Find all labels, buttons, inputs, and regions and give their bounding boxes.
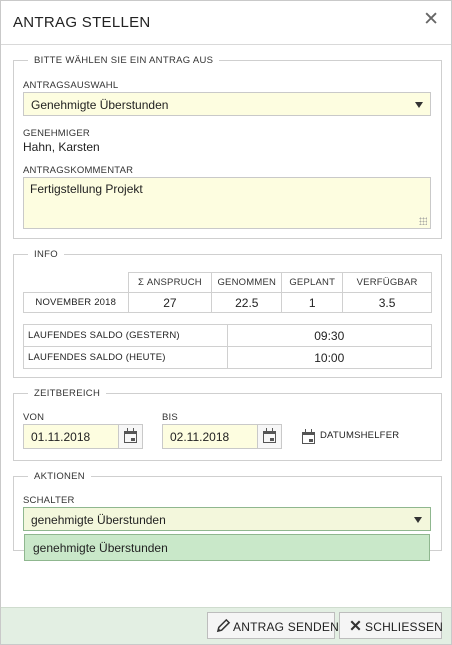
saldo-label-today: LAUFENDES SALDO (HEUTE) bbox=[23, 346, 228, 369]
to-date-calendar-button[interactable] bbox=[257, 425, 281, 448]
to-label: BIS bbox=[162, 412, 178, 423]
send-request-button[interactable]: ANTRAG SENDEN bbox=[207, 612, 339, 639]
balance-col-header: GEPLANT bbox=[281, 272, 344, 293]
section-request-select-legend: BITTE WÄHLEN SIE EIN ANTRAG AUS bbox=[34, 55, 214, 66]
saldo-value-today: 10:00 bbox=[226, 346, 433, 369]
section-actions-legend: AKTIONEN bbox=[34, 471, 85, 482]
table-row: LAUFENDES SALDO (HEUTE) 10:00 bbox=[23, 346, 433, 369]
date-helper-label: DATUMSHELFER bbox=[320, 430, 400, 441]
balance-col-header: Σ ANSPRUCH bbox=[127, 272, 213, 293]
resize-grip-icon[interactable] bbox=[419, 217, 427, 225]
switch-label: SCHALTER bbox=[23, 495, 75, 506]
dialog-titlebar: ANTRAG STELLEN ✕ bbox=[1, 1, 451, 45]
dialog-footer: ANTRAG SENDEN SCHLIESSEN bbox=[1, 607, 451, 644]
comment-label: ANTRAGSKOMMENTAR bbox=[23, 165, 134, 176]
saldo-label-yesterday: LAUFENDES SALDO (GESTERN) bbox=[23, 324, 228, 347]
request-select-label: ANTRAGSAUSWAHL bbox=[23, 80, 119, 91]
close-dialog-button[interactable]: SCHLIESSEN bbox=[339, 612, 444, 639]
pencil-icon bbox=[216, 618, 231, 633]
close-icon[interactable]: ✕ bbox=[423, 10, 439, 30]
saldo-table: LAUFENDES SALDO (GESTERN) 09:30 LAUFENDE… bbox=[23, 324, 433, 369]
switch-select-value: genehmigte Überstunden bbox=[31, 513, 166, 527]
send-request-label: ANTRAG SENDEN bbox=[233, 620, 339, 634]
to-date-value: 02.11.2018 bbox=[170, 430, 230, 444]
from-label: VON bbox=[23, 412, 45, 423]
saldo-value-yesterday: 09:30 bbox=[226, 324, 433, 347]
calendar-plus-icon bbox=[302, 429, 315, 444]
calendar-icon bbox=[124, 428, 137, 443]
from-date-input[interactable]: 01.11.2018 bbox=[23, 424, 143, 449]
approver-value: Hahn, Karsten bbox=[23, 140, 100, 154]
calendar-icon bbox=[263, 428, 276, 443]
balance-cell: 27 bbox=[127, 292, 213, 313]
balance-col-header: GENOMMEN bbox=[211, 272, 283, 293]
balance-cell: 1 bbox=[281, 292, 344, 313]
chevron-down-icon bbox=[414, 517, 422, 523]
switch-dropdown-option[interactable]: genehmigte Überstunden bbox=[24, 534, 430, 561]
balance-cell: 3.5 bbox=[342, 292, 432, 313]
balance-table: Σ ANSPRUCH GENOMMEN GEPLANT VERFÜGBAR NO… bbox=[23, 272, 432, 313]
dialog-title: ANTRAG STELLEN bbox=[13, 14, 151, 31]
date-helper-button[interactable]: DATUMSHELFER bbox=[301, 428, 411, 446]
chevron-down-icon bbox=[415, 102, 423, 108]
close-dialog-label: SCHLIESSEN bbox=[365, 620, 444, 634]
comment-textarea[interactable]: Fertigstellung Projekt bbox=[23, 177, 431, 229]
balance-table-corner bbox=[23, 272, 129, 293]
table-row: NOVEMBER 2018 27 22.5 1 3.5 bbox=[23, 292, 432, 313]
section-time-range-legend: ZEITBEREICH bbox=[34, 388, 101, 399]
x-icon bbox=[350, 620, 361, 631]
request-type-select[interactable]: Genehmigte Überstunden bbox=[23, 92, 431, 116]
balance-row-label: NOVEMBER 2018 bbox=[23, 292, 129, 313]
from-date-value: 01.11.2018 bbox=[31, 430, 91, 444]
switch-select[interactable]: genehmigte Überstunden bbox=[23, 507, 431, 531]
comment-text: Fertigstellung Projekt bbox=[30, 182, 143, 196]
from-date-calendar-button[interactable] bbox=[118, 425, 142, 448]
request-type-select-value: Genehmigte Überstunden bbox=[31, 98, 169, 112]
to-date-input[interactable]: 02.11.2018 bbox=[162, 424, 282, 449]
balance-col-header: VERFÜGBAR bbox=[342, 272, 432, 293]
approver-label: GENEHMIGER bbox=[23, 128, 90, 139]
switch-dropdown-option-label: genehmigte Überstunden bbox=[33, 541, 168, 555]
table-row: LAUFENDES SALDO (GESTERN) 09:30 bbox=[23, 324, 433, 347]
balance-cell: 22.5 bbox=[211, 292, 283, 313]
section-info-legend: INFO bbox=[34, 249, 58, 260]
dialog: ANTRAG STELLEN ✕ BITTE WÄHLEN SIE EIN AN… bbox=[0, 0, 452, 645]
